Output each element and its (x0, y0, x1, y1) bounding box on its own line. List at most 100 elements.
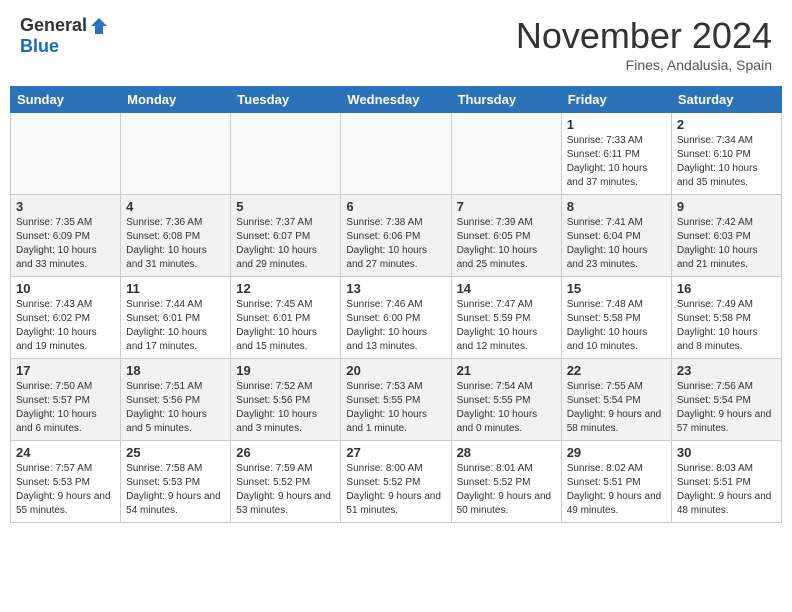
title-section: November 2024 Fines, Andalusia, Spain (516, 15, 772, 73)
day-number: 27 (346, 445, 445, 460)
calendar-day: 23 Sunrise: 7:56 AM Sunset: 5:54 PM Dayli… (671, 359, 781, 441)
day-number: 17 (16, 363, 115, 378)
calendar-header-wednesday: Wednesday (341, 87, 451, 113)
logo-icon (89, 16, 109, 36)
day-number: 2 (677, 117, 776, 132)
day-info: Sunrise: 7:56 AM Sunset: 5:54 PM Dayligh… (677, 380, 776, 436)
calendar-week-row: 3 Sunrise: 7:35 AM Sunset: 6:09 PM Daylig… (11, 195, 782, 277)
calendar-day: 5Sunrise: 7:37 AM Sunset: 6:07 PM Daylig… (231, 195, 341, 277)
calendar-header-sunday: Sunday (11, 87, 121, 113)
day-number: 30 (677, 445, 776, 460)
calendar-day: 3 Sunrise: 7:35 AM Sunset: 6:09 PM Daylig… (11, 195, 121, 277)
calendar-header-tuesday: Tuesday (231, 87, 341, 113)
day-info: Sunrise: 7:58 AM Sunset: 5:53 PM Dayligh… (126, 462, 225, 518)
calendar-day: 1 Sunrise: 7:33 AM Sunset: 6:11 PM Daylig… (561, 113, 671, 195)
day-number: 7 (457, 199, 556, 214)
day-info: Sunrise: 7:46 AM Sunset: 6:00 PM Dayligh… (346, 298, 445, 354)
day-number: 21 (457, 363, 556, 378)
day-number: 10 (16, 281, 115, 296)
calendar-day: 11 Sunrise: 7:44 AM Sunset: 6:01 PM Dayli… (121, 277, 231, 359)
day-number: 8 (567, 199, 666, 214)
logo: General Blue (20, 15, 109, 57)
day-number: 15 (567, 281, 666, 296)
calendar-table: SundayMondayTuesdayWednesdayThursdayFrid… (10, 86, 782, 523)
month-title: November 2024 (516, 15, 772, 57)
calendar-day: 15 Sunrise: 7:48 AM Sunset: 5:58 PM Dayli… (561, 277, 671, 359)
day-number: 11 (126, 281, 225, 296)
calendar-day: 14Sunrise: 7:47 AM Sunset: 5:59 PM Dayli… (451, 277, 561, 359)
day-info: Sunrise: 7:52 AM Sunset: 5:56 PM Dayligh… (236, 380, 335, 436)
calendar-day: 25 Sunrise: 7:58 AM Sunset: 5:53 PM Dayli… (121, 441, 231, 523)
day-number: 13 (346, 281, 445, 296)
calendar-day: 29Sunrise: 8:02 AM Sunset: 5:51 PM Dayli… (561, 441, 671, 523)
day-number: 28 (457, 445, 556, 460)
calendar-day (451, 113, 561, 195)
calendar-header-monday: Monday (121, 87, 231, 113)
calendar-day: 21 Sunrise: 7:54 AM Sunset: 5:55 PM Dayli… (451, 359, 561, 441)
day-info: Sunrise: 7:38 AM Sunset: 6:06 PM Dayligh… (346, 216, 445, 272)
calendar-day: 18 Sunrise: 7:51 AM Sunset: 5:56 PM Dayli… (121, 359, 231, 441)
day-number: 24 (16, 445, 115, 460)
location-text: Fines, Andalusia, Spain (516, 57, 772, 73)
calendar-day (121, 113, 231, 195)
calendar-week-row: 10Sunrise: 7:43 AM Sunset: 6:02 PM Dayli… (11, 277, 782, 359)
day-info: Sunrise: 7:51 AM Sunset: 5:56 PM Dayligh… (126, 380, 225, 436)
calendar-day: 8 Sunrise: 7:41 AM Sunset: 6:04 PM Daylig… (561, 195, 671, 277)
day-info: Sunrise: 8:00 AM Sunset: 5:52 PM Dayligh… (346, 462, 445, 518)
day-number: 4 (126, 199, 225, 214)
calendar-day: 24 Sunrise: 7:57 AM Sunset: 5:53 PM Dayli… (11, 441, 121, 523)
calendar-day: 4 Sunrise: 7:36 AM Sunset: 6:08 PM Daylig… (121, 195, 231, 277)
calendar-header-friday: Friday (561, 87, 671, 113)
day-info: Sunrise: 7:59 AM Sunset: 5:52 PM Dayligh… (236, 462, 335, 518)
calendar-day: 27 Sunrise: 8:00 AM Sunset: 5:52 PM Dayli… (341, 441, 451, 523)
day-info: Sunrise: 7:34 AM Sunset: 6:10 PM Dayligh… (677, 134, 776, 190)
calendar-day (231, 113, 341, 195)
calendar-day: 10Sunrise: 7:43 AM Sunset: 6:02 PM Dayli… (11, 277, 121, 359)
day-number: 25 (126, 445, 225, 460)
day-number: 9 (677, 199, 776, 214)
calendar-header-saturday: Saturday (671, 87, 781, 113)
calendar-day: 6 Sunrise: 7:38 AM Sunset: 6:06 PM Daylig… (341, 195, 451, 277)
day-info: Sunrise: 7:55 AM Sunset: 5:54 PM Dayligh… (567, 380, 666, 436)
calendar-header-row: SundayMondayTuesdayWednesdayThursdayFrid… (11, 87, 782, 113)
day-info: Sunrise: 7:50 AM Sunset: 5:57 PM Dayligh… (16, 380, 115, 436)
calendar-day: 30Sunrise: 8:03 AM Sunset: 5:51 PM Dayli… (671, 441, 781, 523)
calendar-day: 12 Sunrise: 7:45 AM Sunset: 6:01 PM Dayli… (231, 277, 341, 359)
day-number: 12 (236, 281, 335, 296)
day-info: Sunrise: 7:53 AM Sunset: 5:55 PM Dayligh… (346, 380, 445, 436)
day-info: Sunrise: 8:01 AM Sunset: 5:52 PM Dayligh… (457, 462, 556, 518)
day-info: Sunrise: 7:42 AM Sunset: 6:03 PM Dayligh… (677, 216, 776, 272)
calendar-week-row: 17 Sunrise: 7:50 AM Sunset: 5:57 PM Dayli… (11, 359, 782, 441)
day-number: 6 (346, 199, 445, 214)
day-info: Sunrise: 7:36 AM Sunset: 6:08 PM Dayligh… (126, 216, 225, 272)
day-number: 26 (236, 445, 335, 460)
calendar-day (341, 113, 451, 195)
calendar-day: 26 Sunrise: 7:59 AM Sunset: 5:52 PM Dayli… (231, 441, 341, 523)
day-number: 22 (567, 363, 666, 378)
logo-blue-text: Blue (20, 36, 59, 57)
day-number: 5 (236, 199, 335, 214)
day-number: 3 (16, 199, 115, 214)
calendar-day (11, 113, 121, 195)
calendar-day: 19Sunrise: 7:52 AM Sunset: 5:56 PM Dayli… (231, 359, 341, 441)
day-info: Sunrise: 7:57 AM Sunset: 5:53 PM Dayligh… (16, 462, 115, 518)
day-info: Sunrise: 7:54 AM Sunset: 5:55 PM Dayligh… (457, 380, 556, 436)
day-number: 16 (677, 281, 776, 296)
day-number: 1 (567, 117, 666, 132)
day-info: Sunrise: 7:33 AM Sunset: 6:11 PM Dayligh… (567, 134, 666, 190)
day-number: 14 (457, 281, 556, 296)
day-info: Sunrise: 7:44 AM Sunset: 6:01 PM Dayligh… (126, 298, 225, 354)
day-info: Sunrise: 7:35 AM Sunset: 6:09 PM Dayligh… (16, 216, 115, 272)
day-number: 18 (126, 363, 225, 378)
day-info: Sunrise: 7:45 AM Sunset: 6:01 PM Dayligh… (236, 298, 335, 354)
day-info: Sunrise: 7:48 AM Sunset: 5:58 PM Dayligh… (567, 298, 666, 354)
calendar-day: 28 Sunrise: 8:01 AM Sunset: 5:52 PM Dayli… (451, 441, 561, 523)
calendar-day: 17 Sunrise: 7:50 AM Sunset: 5:57 PM Dayli… (11, 359, 121, 441)
calendar-week-row: 1 Sunrise: 7:33 AM Sunset: 6:11 PM Daylig… (11, 113, 782, 195)
day-info: Sunrise: 7:41 AM Sunset: 6:04 PM Dayligh… (567, 216, 666, 272)
day-number: 29 (567, 445, 666, 460)
day-number: 23 (677, 363, 776, 378)
calendar-day: 16Sunrise: 7:49 AM Sunset: 5:58 PM Dayli… (671, 277, 781, 359)
calendar-day: 20Sunrise: 7:53 AM Sunset: 5:55 PM Dayli… (341, 359, 451, 441)
calendar-day: 9 Sunrise: 7:42 AM Sunset: 6:03 PM Daylig… (671, 195, 781, 277)
